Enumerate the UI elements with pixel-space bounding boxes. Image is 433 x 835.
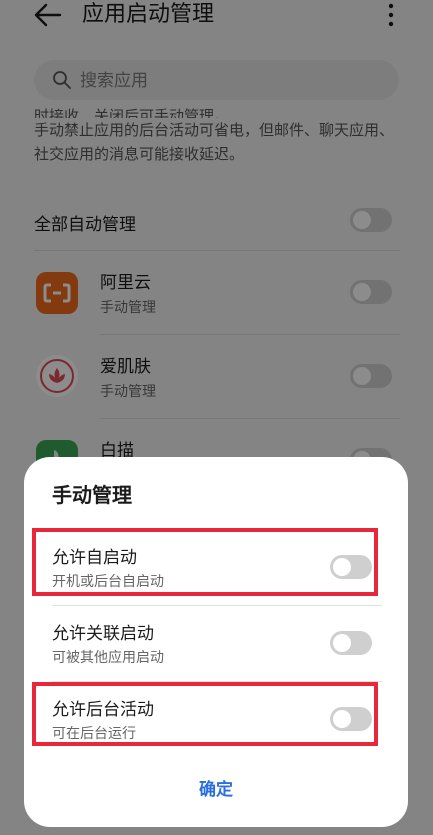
manual-management-dialog: 手动管理 允许自启动 开机或后台自启动 允许关联启动 可被其他应用启动 允许后台…: [24, 457, 408, 827]
option-description: 可被其他应用启动: [52, 650, 164, 666]
divider: [52, 605, 382, 606]
confirm-button[interactable]: 确定: [24, 775, 408, 800]
option-allow-associated-start[interactable]: 允许关联启动 可被其他应用启动: [24, 609, 408, 679]
highlight-box-background-activity: [32, 682, 378, 746]
app-launch-management-screen: 应用启动管理 时接收，关闭后可手动管理。 手动禁止应用的后台活动可省电，但邮件、…: [0, 0, 433, 835]
highlight-box-auto-start: [32, 528, 378, 596]
toggle-knob: [333, 634, 351, 652]
allow-associated-start-toggle[interactable]: [330, 631, 372, 655]
option-label: 允许关联启动: [52, 624, 154, 644]
dialog-title: 手动管理: [52, 483, 132, 507]
